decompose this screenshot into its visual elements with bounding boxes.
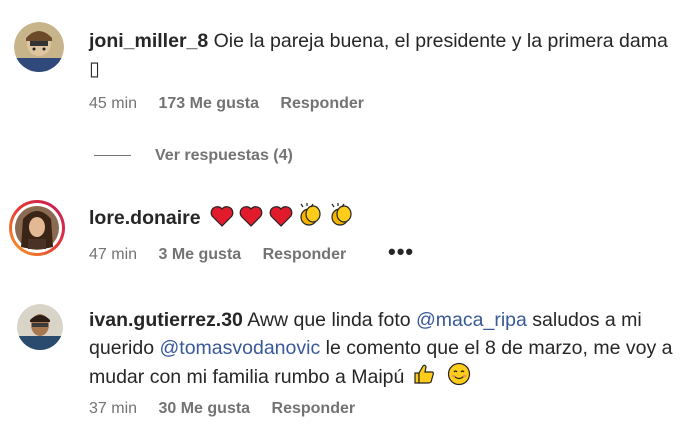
- view-replies-label: Ver respuestas (4): [155, 147, 293, 164]
- comment-text: ivan.gutierrez.30 Aww que linda foto @ma…: [89, 306, 679, 391]
- smiling-face-icon: [448, 362, 471, 386]
- timestamp: 37 min: [89, 400, 138, 417]
- likes-count[interactable]: 3 Me gusta: [158, 246, 241, 264]
- comment-body-a: Aww que linda foto: [247, 309, 411, 331]
- timestamp: 47 min: [89, 246, 138, 263]
- more-options-icon[interactable]: •••: [388, 239, 414, 265]
- avatar[interactable]: [14, 22, 64, 72]
- comment-meta: 37 min 30 Me gusta Responder: [89, 400, 355, 418]
- comment-text: joni_miller_8 Oie la pareja buena, el pr…: [89, 27, 679, 83]
- red-heart-icon: [269, 206, 293, 227]
- view-replies-button[interactable]: Ver respuestas (4): [94, 147, 293, 165]
- mention-link[interactable]: @maca_ripa: [416, 309, 527, 331]
- likes-count[interactable]: 30 Me gusta: [158, 400, 250, 418]
- likes-count[interactable]: 173 Me gusta: [158, 95, 258, 113]
- reply-button[interactable]: Responder: [263, 246, 347, 264]
- avatar-image: [14, 22, 64, 72]
- username[interactable]: joni_miller_8: [89, 30, 208, 52]
- thumbs-up-icon: [414, 364, 434, 384]
- username[interactable]: ivan.gutierrez.30: [89, 309, 243, 331]
- timestamp: 45 min: [89, 95, 138, 112]
- comment-meta: 45 min 173 Me gusta Responder: [89, 95, 364, 113]
- username[interactable]: lore.donaire: [89, 207, 201, 229]
- red-heart-icon: [240, 206, 263, 227]
- replies-divider: [94, 155, 131, 157]
- story-ring-avatar: [9, 200, 65, 256]
- reply-button[interactable]: Responder: [280, 95, 364, 113]
- comment-meta: 47 min 3 Me gusta Responder: [89, 246, 346, 264]
- reply-button[interactable]: Responder: [272, 400, 356, 418]
- comment-text: lore.donaire: [89, 203, 679, 232]
- clapping-hands-icon: [300, 203, 321, 226]
- avatar[interactable]: [8, 199, 66, 257]
- avatar[interactable]: [17, 304, 63, 350]
- avatar-image: [17, 304, 63, 350]
- clapping-hands-icon: [331, 203, 352, 226]
- mention-link[interactable]: @tomasvodanovic: [159, 337, 320, 359]
- emoji-group: [210, 203, 354, 229]
- red-heart-icon: [210, 206, 234, 227]
